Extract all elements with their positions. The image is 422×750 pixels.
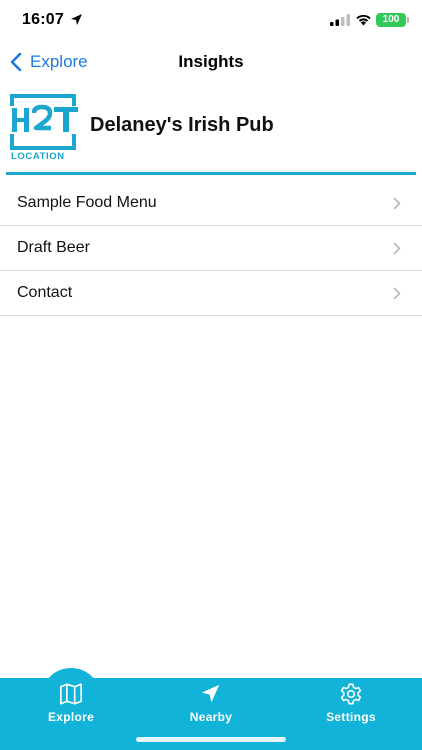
navigation-arrow-icon <box>201 684 220 703</box>
list-item-label: Sample Food Menu <box>17 194 157 211</box>
home-indicator[interactable] <box>136 737 286 742</box>
battery-indicator: 100 <box>376 13 409 27</box>
header-divider <box>6 172 416 175</box>
tab-explore[interactable]: Explore <box>11 678 131 724</box>
gear-icon <box>340 683 362 705</box>
screen: 16:07 100 Explore Insights LOCATION Dela… <box>0 0 422 750</box>
tab-nearby[interactable]: Nearby <box>151 678 271 724</box>
navigation-bar: Explore Insights <box>0 42 422 82</box>
list-item-contact[interactable]: Contact <box>0 271 422 316</box>
status-time: 16:07 <box>22 11 64 28</box>
tab-label: Explore <box>47 710 95 724</box>
chevron-right-icon <box>393 242 401 255</box>
tab-label: Nearby <box>189 710 233 724</box>
chevron-right-icon <box>393 287 401 300</box>
tab-settings[interactable]: Settings <box>291 678 411 724</box>
venue-header: LOCATION Delaney's Irish Pub <box>0 94 422 174</box>
cellular-signal-icon <box>330 14 350 26</box>
chevron-right-icon <box>393 197 401 210</box>
location-arrow-icon <box>71 14 82 25</box>
list-item-draft-beer[interactable]: Draft Beer <box>0 226 422 271</box>
venue-name: Delaney's Irish Pub <box>90 114 274 136</box>
map-icon <box>60 683 82 705</box>
tab-label: Settings <box>326 710 376 724</box>
logo-location-text: LOCATION <box>11 151 65 162</box>
list-item-label: Contact <box>17 284 73 301</box>
page-title: Insights <box>178 52 244 71</box>
wifi-icon <box>356 14 371 26</box>
list-item-sample-food-menu[interactable]: Sample Food Menu <box>0 181 422 226</box>
status-bar: 16:07 100 <box>0 0 422 42</box>
insights-list: Sample Food Menu Draft Beer Contact <box>0 181 422 316</box>
list-item-label: Draft Beer <box>17 239 90 256</box>
